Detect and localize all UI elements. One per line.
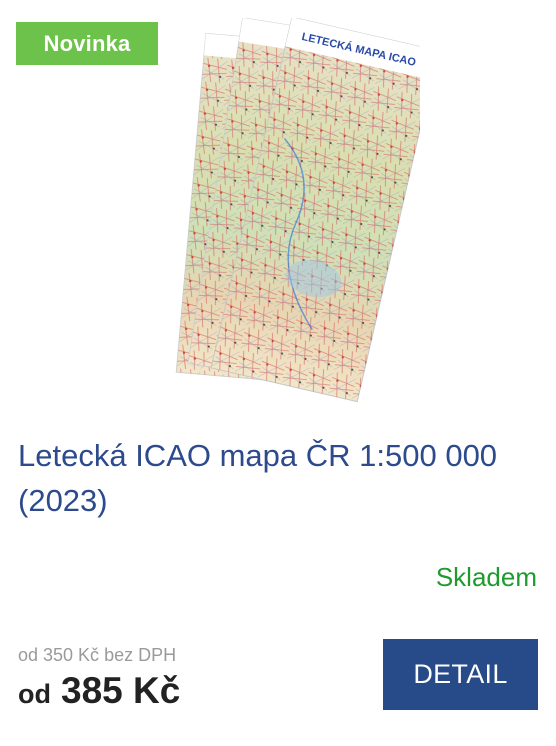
price-prefix: od bbox=[18, 679, 51, 709]
new-badge: Novinka bbox=[16, 22, 158, 65]
price-without-vat: od 350 Kč bez DPH bbox=[18, 645, 177, 665]
product-card: Novinka LETECKÁ MAPA ICAO Letecká ICAO m… bbox=[0, 0, 556, 746]
product-image[interactable]: LETECKÁ MAPA ICAO bbox=[150, 18, 420, 418]
product-title-line-2[interactable]: (2023) bbox=[18, 483, 108, 518]
availability-status: Skladem bbox=[435, 562, 537, 592]
product-title[interactable]: Letecká ICAO mapa ČR 1:500 000 (2023) bbox=[18, 433, 538, 523]
detail-button[interactable]: DETAIL bbox=[383, 639, 538, 710]
product-title-line-1[interactable]: Letecká ICAO mapa ČR 1:500 000 bbox=[18, 438, 497, 473]
price: od 385 Kč bbox=[18, 670, 180, 712]
price-value: 385 Kč bbox=[61, 670, 181, 711]
